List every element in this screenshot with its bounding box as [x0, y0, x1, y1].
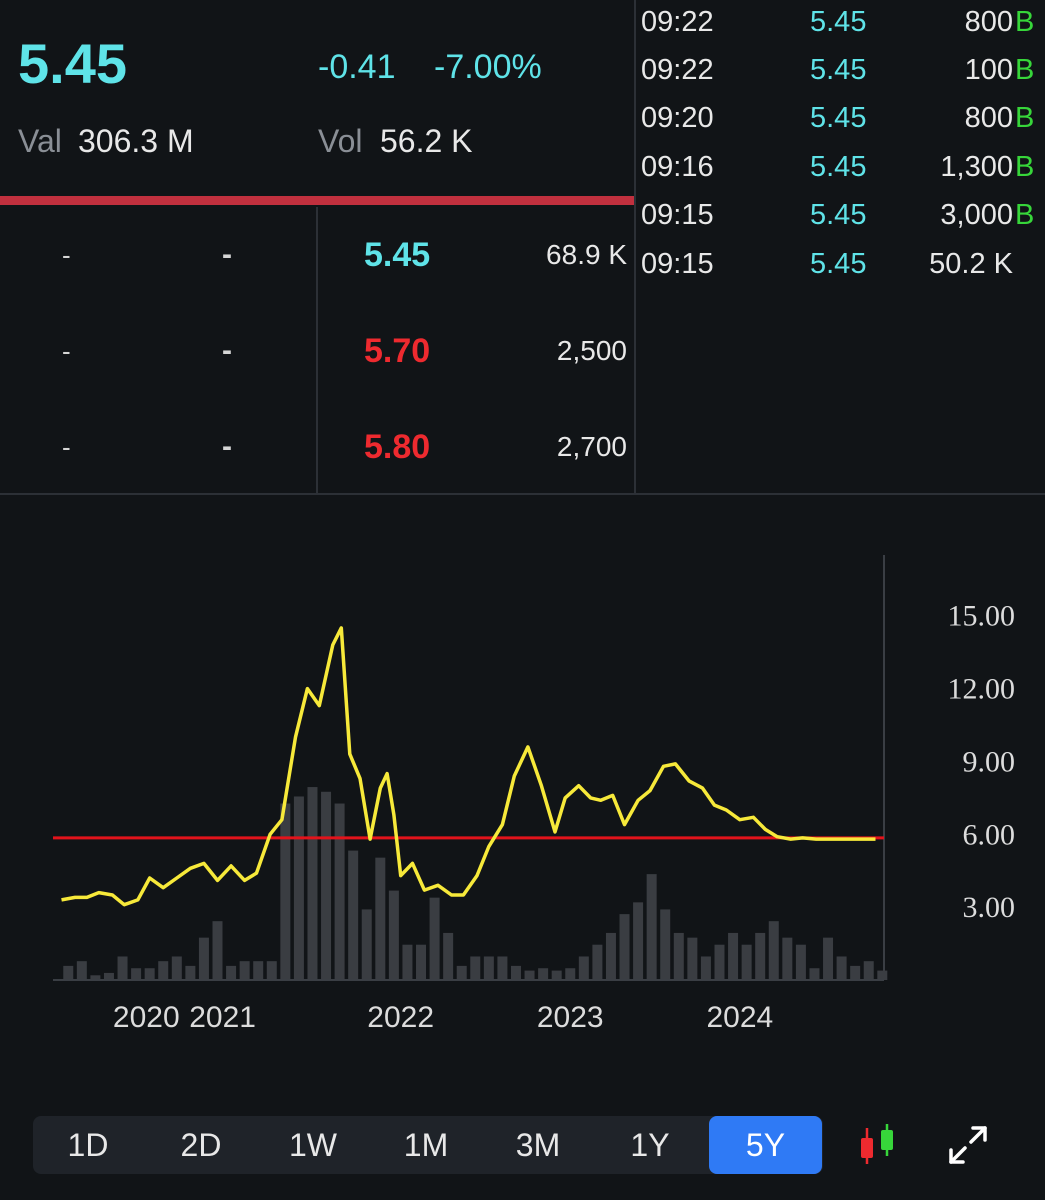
- volume-bar: [388, 890, 399, 980]
- volume-bar: [266, 961, 277, 980]
- x-tick-label: 2022: [367, 1001, 434, 1034]
- volume-bar: [429, 897, 440, 980]
- candlestick-icon[interactable]: [855, 1122, 901, 1168]
- volume-bar: [470, 956, 481, 980]
- period-button-2d[interactable]: 2D: [151, 1116, 251, 1174]
- volume-bar: [348, 850, 359, 980]
- volume-bar: [144, 968, 155, 980]
- volume-bar: [158, 961, 169, 980]
- volume-bar: [510, 965, 521, 980]
- volume-bar: [619, 914, 630, 980]
- y-tick-label: 9.00: [963, 745, 1016, 778]
- volume-bar: [280, 803, 291, 980]
- volume-bar: [605, 932, 616, 980]
- volume-bar: [646, 874, 657, 980]
- volume-bar: [728, 932, 739, 980]
- volume-bar: [103, 972, 114, 980]
- volume-bar: [321, 791, 332, 980]
- volume-bar: [375, 857, 386, 980]
- period-button-1m[interactable]: 1M: [376, 1116, 476, 1174]
- y-tick-label: 6.00: [963, 818, 1016, 851]
- volume-bar: [660, 909, 671, 980]
- x-tick-label: 2021: [189, 1001, 256, 1034]
- volume-bar: [416, 944, 427, 980]
- volume-bar: [578, 956, 589, 980]
- volume-bar: [293, 796, 304, 980]
- volume-bar: [755, 932, 766, 980]
- volume-bar: [483, 956, 494, 980]
- volume-bar: [361, 909, 372, 980]
- volume-bar: [212, 921, 223, 980]
- period-button-1w[interactable]: 1W: [263, 1116, 363, 1174]
- volume-bar: [334, 803, 345, 980]
- expand-icon[interactable]: [945, 1122, 991, 1168]
- volume-bar: [307, 787, 318, 980]
- period-button-5y[interactable]: 5Y: [709, 1116, 822, 1174]
- volume-bar: [239, 961, 250, 980]
- volume-bar: [443, 932, 454, 980]
- volume-bar: [877, 970, 888, 980]
- volume-bar: [782, 937, 793, 980]
- y-tick-label: 12.00: [948, 673, 1016, 706]
- period-button-3m[interactable]: 3M: [488, 1116, 588, 1174]
- volume-bar: [714, 944, 725, 980]
- volume-bar: [795, 944, 806, 980]
- volume-bar: [456, 965, 467, 980]
- volume-bar: [402, 944, 413, 980]
- volume-bar: [592, 944, 603, 980]
- volume-bar: [198, 937, 209, 980]
- volume-bar: [226, 965, 237, 980]
- price-chart[interactable]: 15.00 12.00 9.00 6.00 3.00 2020 2021 2022 2023 20…: [0, 0, 1045, 1110]
- volume-bar: [524, 970, 535, 980]
- volume-bar: [171, 956, 182, 980]
- x-tick-label: 2023: [537, 1001, 604, 1034]
- volume-bar: [850, 965, 861, 980]
- y-tick-label: 15.00: [948, 600, 1016, 633]
- volume-bar: [741, 944, 752, 980]
- volume-bar: [823, 937, 834, 980]
- volume-bar: [63, 965, 74, 980]
- volume-bar: [565, 968, 576, 980]
- volume-bar: [863, 961, 874, 980]
- volume-bar: [253, 961, 264, 980]
- volume-bar: [538, 968, 549, 980]
- volume-bar: [76, 961, 87, 980]
- volume-bar: [673, 932, 684, 980]
- volume-bar: [836, 956, 847, 980]
- volume-bar: [551, 970, 562, 980]
- volume-bar: [117, 956, 128, 980]
- price-line: [61, 626, 876, 907]
- volume-bar: [185, 965, 196, 980]
- period-button-1d[interactable]: 1D: [38, 1116, 138, 1174]
- y-tick-label: 3.00: [963, 891, 1016, 924]
- x-tick-label: 2020: [113, 1001, 180, 1034]
- volume-bar: [131, 968, 142, 980]
- x-tick-label: 2024: [706, 1001, 773, 1034]
- volume-bar: [700, 956, 711, 980]
- volume-bar: [809, 968, 820, 980]
- volume-bar: [687, 937, 698, 980]
- volume-bar: [497, 956, 508, 980]
- volume-bar: [768, 921, 779, 980]
- period-button-1y[interactable]: 1Y: [600, 1116, 700, 1174]
- volume-bar: [633, 902, 644, 980]
